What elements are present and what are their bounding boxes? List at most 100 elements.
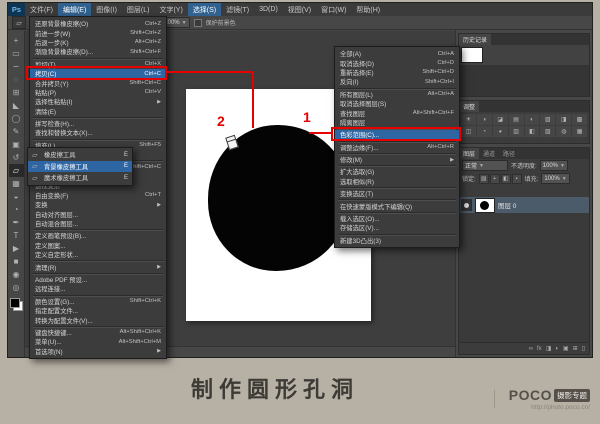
menu-item[interactable]: 定义图案... bbox=[30, 241, 166, 250]
menu-item[interactable]: 取消选择图层(S) bbox=[335, 99, 459, 108]
adjustment-icon[interactable]: ◍ bbox=[556, 126, 572, 137]
menu-item[interactable]: 合并拷贝(Y) Shift+Ctrl+C bbox=[30, 78, 166, 88]
menu-item[interactable]: 新建3D凸出(3) bbox=[335, 236, 459, 245]
marquee-tool[interactable]: ▭ bbox=[9, 47, 24, 60]
menubar-item[interactable]: 窗口(W) bbox=[316, 3, 351, 16]
hand-tool[interactable]: ◉ bbox=[9, 268, 24, 281]
type-tool[interactable]: T bbox=[9, 229, 24, 242]
tab-adjustments[interactable]: 调整 bbox=[459, 101, 480, 112]
dodge-tool[interactable]: ◔ bbox=[9, 203, 24, 216]
layers-bottom-icon[interactable]: ◨ bbox=[546, 345, 552, 352]
menubar-item[interactable]: 帮助(H) bbox=[351, 3, 385, 16]
adjustment-icon[interactable]: ▤ bbox=[508, 114, 524, 125]
adjustment-icon[interactable]: ◧ bbox=[524, 126, 540, 137]
adjustment-icon[interactable]: ◐ bbox=[524, 114, 540, 125]
layers-bottom-icon[interactable]: fx bbox=[537, 346, 542, 352]
menu-item[interactable]: 查找和替换文本(X)... bbox=[30, 128, 166, 137]
adjustment-icon[interactable]: ◪ bbox=[492, 114, 508, 125]
tab-layers[interactable]: 通道 bbox=[479, 148, 499, 159]
adjustment-icon[interactable]: ▥ bbox=[508, 126, 524, 137]
lock-icon[interactable]: ▨ bbox=[478, 173, 489, 184]
fill-dropdown[interactable]: 100% ▼ bbox=[541, 173, 570, 184]
pen-tool[interactable]: ✒ bbox=[9, 216, 24, 229]
menu-item[interactable]: 选择性粘贴(I) ▶ bbox=[30, 97, 166, 107]
adjustment-icon[interactable]: ◑ bbox=[476, 114, 492, 125]
menu-item[interactable]: 指定配置文件... bbox=[30, 306, 166, 315]
menu-item[interactable]: Adobe PDF 预设... bbox=[30, 275, 166, 284]
history-brush-tool[interactable]: ↺ bbox=[9, 151, 24, 164]
layer-row[interactable]: 图层 0 bbox=[459, 197, 589, 213]
adjustment-icon[interactable]: ◔ bbox=[476, 126, 492, 137]
menu-item[interactable]: 取消选择(D) Ctrl+D bbox=[335, 58, 459, 68]
menu-item[interactable]: 全部(A) Ctrl+A bbox=[335, 49, 459, 59]
eyedropper-tool[interactable]: ◣ bbox=[9, 99, 24, 112]
menu-item[interactable]: 存储选区(V)... bbox=[335, 223, 459, 232]
brush-tool[interactable]: ✎ bbox=[9, 125, 24, 138]
menu-item[interactable]: 隔离图层 bbox=[335, 118, 459, 127]
menu-item[interactable]: 粘贴(P) Ctrl+V bbox=[30, 88, 166, 97]
layers-bottom-icon[interactable]: ⊞ bbox=[573, 345, 578, 352]
menu-item[interactable]: 变换选区(T) bbox=[335, 189, 459, 198]
menubar-item[interactable]: 视图(V) bbox=[283, 3, 316, 16]
adjustment-icon[interactable]: ▧ bbox=[540, 114, 556, 125]
menubar-item[interactable]: 文字(Y) bbox=[154, 3, 187, 16]
menu-item[interactable]: 后退一步(K) Alt+Ctrl+Z bbox=[30, 38, 166, 47]
menubar-item[interactable]: 编辑(E) bbox=[57, 3, 92, 16]
menubar-item[interactable]: 图像(I) bbox=[91, 3, 122, 16]
menu-item[interactable]: 在快速蒙版模式下编辑(Q) bbox=[335, 201, 459, 211]
menu-item[interactable]: 定义自定形状... bbox=[30, 250, 166, 259]
menu-item[interactable]: 扩大选取(G) bbox=[335, 167, 459, 176]
tab-layers-active[interactable]: 图层 bbox=[459, 148, 480, 159]
current-tool-icon[interactable]: ▱ bbox=[12, 16, 26, 29]
menu-item[interactable]: 查找图层 Alt+Shift+Ctrl+F bbox=[335, 108, 459, 118]
menu-item[interactable]: 菜单(U)... Alt+Shift+Ctrl+M bbox=[30, 337, 166, 347]
path-select-tool[interactable]: ▶ bbox=[9, 242, 24, 255]
blend-mode-dropdown[interactable]: 正常 ▼ bbox=[462, 160, 508, 171]
adjustment-icon[interactable]: ▦ bbox=[572, 126, 587, 137]
menubar-item[interactable]: 3D(D) bbox=[254, 3, 283, 16]
menu-item[interactable]: 颜色设置(G)... Shift+Ctrl+K bbox=[30, 297, 166, 306]
color-swatches[interactable] bbox=[9, 298, 23, 311]
menubar-item[interactable]: 图层(L) bbox=[122, 3, 155, 16]
menu-item[interactable]: 反向(I) Shift+Ctrl+I bbox=[335, 77, 459, 87]
menu-item[interactable]: 首选项(N) ▶ bbox=[30, 347, 166, 356]
menu-item[interactable]: 自由变换(F) Ctrl+T bbox=[30, 191, 166, 200]
lock-icon[interactable]: ▪ bbox=[511, 173, 522, 184]
menu-item[interactable]: 拼写检查(H)... bbox=[30, 119, 166, 128]
clone-stamp-tool[interactable]: ▣ bbox=[9, 138, 24, 151]
lasso-tool[interactable]: ∽ bbox=[9, 60, 24, 73]
flyout-item[interactable]: ▱ 橡皮擦工具 E bbox=[28, 149, 132, 161]
layers-bottom-icon[interactable]: ∞ bbox=[529, 346, 533, 352]
menu-item[interactable]: 清除(E) bbox=[30, 107, 166, 116]
menu-item[interactable]: 自动混合图层... bbox=[30, 219, 166, 228]
layers-bottom-icon[interactable]: ▣ bbox=[563, 345, 569, 352]
brand-url[interactable]: http://photo.poco.cn/ bbox=[509, 404, 590, 411]
quick-select-tool[interactable]: ◌ bbox=[9, 73, 24, 86]
menu-item[interactable]: 变换 ▶ bbox=[30, 200, 166, 210]
menubar-item[interactable]: 选择(S) bbox=[187, 3, 222, 16]
adjustment-icon[interactable]: ◨ bbox=[556, 114, 572, 125]
menu-item[interactable]: 修改(M) ▶ bbox=[335, 155, 459, 165]
menu-item[interactable]: 调整边缘(F)... Alt+Ctrl+R bbox=[335, 143, 459, 152]
history-snapshot-row[interactable] bbox=[459, 45, 589, 65]
menubar-item[interactable]: 滤镜(T) bbox=[221, 3, 254, 16]
menu-item[interactable]: 所有图层(L) Alt+Ctrl+A bbox=[335, 90, 459, 99]
menu-item[interactable]: 定义画笔预设(B)... bbox=[30, 231, 166, 240]
menu-item[interactable]: 还原背景橡皮擦(O) Ctrl+Z bbox=[30, 19, 166, 29]
menu-item[interactable]: 载入选区(O)... bbox=[335, 214, 459, 223]
menu-item[interactable]: 转换为配置文件(V)... bbox=[30, 315, 166, 325]
adjustment-icon[interactable]: ◕ bbox=[492, 126, 508, 137]
adjustment-icon[interactable]: ◫ bbox=[461, 126, 476, 137]
flyout-item[interactable]: ▱ 背景橡皮擦工具 E bbox=[28, 160, 132, 172]
menu-item[interactable]: 选取相似(R) bbox=[335, 177, 459, 186]
zoom-tool[interactable]: ◎ bbox=[9, 281, 24, 294]
menu-item[interactable]: 渐隐背景橡皮擦(D)... Shift+Ctrl+F bbox=[30, 47, 166, 57]
move-tool[interactable]: + bbox=[9, 34, 24, 47]
healing-tool[interactable]: ◯ bbox=[9, 112, 24, 125]
lock-icon[interactable]: + bbox=[489, 173, 500, 184]
blur-tool[interactable]: ◒ bbox=[9, 190, 24, 203]
menu-item[interactable]: 远程连接... bbox=[30, 284, 166, 293]
flyout-item[interactable]: ▱ 魔术橡皮擦工具 E bbox=[28, 172, 132, 184]
menu-item[interactable]: 键盘快捷键... Alt+Shift+Ctrl+K bbox=[30, 328, 166, 337]
lock-icon[interactable]: ◧ bbox=[500, 173, 511, 184]
